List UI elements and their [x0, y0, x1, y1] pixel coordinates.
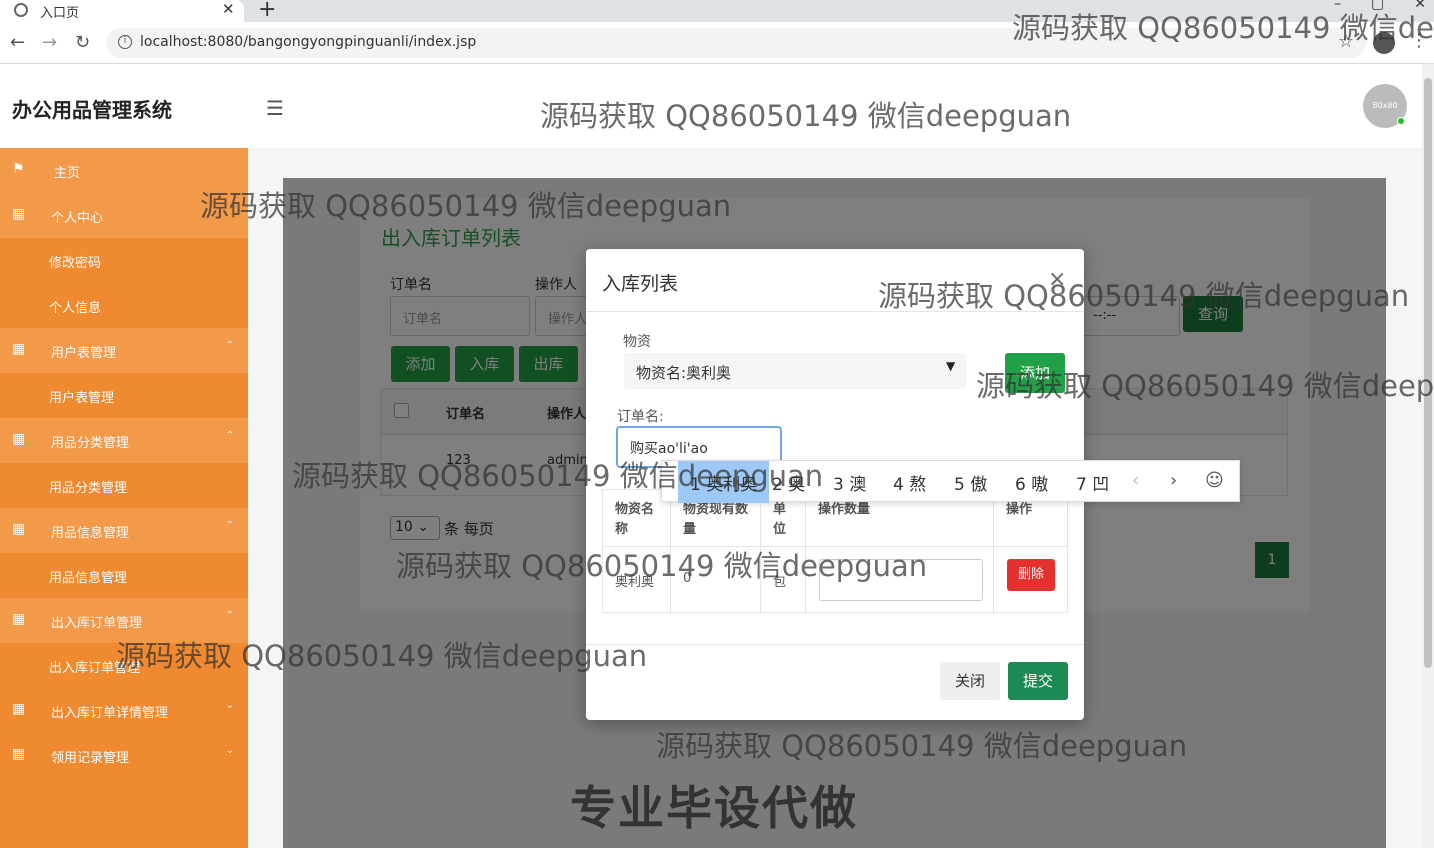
grid-icon: ▦	[12, 746, 26, 762]
sidebar-group-supplies[interactable]: ▦ 用品信息管理 ⌃	[0, 508, 248, 553]
chevron-down-icon: ⌄	[225, 745, 234, 756]
promo-banner: 专业毕设代做	[570, 781, 858, 835]
forward-icon[interactable]: →	[42, 32, 57, 53]
submit-button[interactable]: 提交	[1008, 662, 1068, 700]
chevron-left-icon[interactable]: ‹	[1132, 470, 1139, 491]
material-select[interactable]: 物资名:奥利奥	[624, 353, 966, 389]
grid-icon: ▦	[12, 701, 26, 717]
caret-down-icon: ▼	[946, 359, 956, 373]
watermark: 源码获取 QQ86050149 微信deepguan	[292, 459, 824, 493]
sidebar-item-supplies[interactable]: 用品信息管理	[0, 553, 248, 598]
modal-title: 入库列表	[602, 273, 679, 295]
browser-tab[interactable]: 入口页 ✕	[0, 0, 244, 22]
sidebar-group-usage-records[interactable]: ▦ 领用记录管理 ⌄	[0, 733, 248, 778]
sidebar-item-label: 个人中心	[51, 211, 104, 226]
chevron-up-icon: ⌃	[225, 430, 234, 441]
chevron-up-icon: ⌃	[225, 340, 234, 351]
reload-icon[interactable]: ↻	[75, 32, 90, 53]
flag-icon: ⚑	[12, 161, 25, 177]
material-label: 物资	[623, 334, 651, 350]
sidebar-item-users[interactable]: 用户表管理	[0, 373, 248, 418]
sidebar-item-label: 用品信息管理	[49, 571, 128, 586]
ime-candidate[interactable]: 6 嗷	[1015, 470, 1048, 495]
tab-title: 入口页	[40, 6, 80, 21]
grid-icon: ▦	[12, 206, 26, 222]
sidebar-item-label: 出入库订单管理	[51, 616, 143, 631]
sidebar-item-label: 用户表管理	[49, 391, 115, 406]
sidebar-item-categories[interactable]: 用品分类管理	[0, 463, 248, 508]
sidebar: ⚑ 主页 ▦ 个人中心 修改密码 个人信息 ▦ 用户表管理 ⌃ 用户表管理 ▦ …	[0, 148, 248, 848]
watermark: 源码获取 QQ86050149 微信deepguan	[656, 729, 1188, 763]
watermark: 源码获取 QQ86050149 微信deepguan	[540, 99, 1072, 133]
sidebar-item-label: 个人信息	[49, 301, 102, 316]
hamburger-menu-icon[interactable]: ☰	[266, 96, 284, 120]
page-scrollbar[interactable]	[1422, 64, 1434, 848]
sidebar-item-label: 用品分类管理	[51, 436, 130, 451]
close-button[interactable]: 关闭	[940, 662, 1000, 700]
ime-candidate[interactable]: 4 熬	[893, 470, 926, 495]
chevron-right-icon[interactable]: ›	[1170, 470, 1177, 491]
emoji-icon[interactable]: ☺	[1205, 470, 1224, 491]
ime-candidate[interactable]: 5 傲	[954, 470, 987, 495]
sidebar-item-label: 用品信息管理	[51, 526, 130, 541]
grid-icon: ▦	[12, 521, 26, 537]
info-icon[interactable]: i	[118, 35, 132, 49]
watermark: 源码获取 QQ86050149 微信deepguan	[878, 279, 1410, 313]
globe-icon	[14, 3, 28, 17]
grid-icon: ▦	[12, 431, 26, 447]
delete-button[interactable]: 删除	[1007, 559, 1055, 591]
ime-candidate[interactable]: 7 凹	[1076, 470, 1109, 495]
sidebar-group-users[interactable]: ▦ 用户表管理 ⌃	[0, 328, 248, 373]
sidebar-item-label: 修改密码	[49, 256, 102, 271]
sidebar-item-profile[interactable]: 个人信息	[0, 283, 248, 328]
sidebar-group-categories[interactable]: ▦ 用品分类管理 ⌃	[0, 418, 248, 463]
watermark: 源码获取 QQ86050149 微信deepguan	[396, 549, 928, 583]
sidebar-item-label: 用品分类管理	[49, 481, 128, 496]
divider	[586, 644, 1084, 645]
chevron-up-icon: ⌃	[225, 520, 234, 531]
new-tab-icon[interactable]: +	[258, 0, 276, 22]
close-tab-icon[interactable]: ✕	[222, 0, 235, 18]
grid-icon: ▦	[12, 611, 26, 627]
ime-candidate[interactable]: 3 澳	[833, 470, 866, 495]
watermark: 源码获取 QQ86050149 微信deepguan	[200, 189, 732, 223]
sidebar-group-order-details[interactable]: ▦ 出入库订单详情管理 ⌄	[0, 688, 248, 733]
sidebar-item-label: 出入库订单详情管理	[51, 706, 169, 721]
online-status-dot	[1397, 117, 1405, 125]
sidebar-item-label: 主页	[54, 166, 81, 181]
back-icon[interactable]: ←	[10, 32, 25, 53]
sidebar-item-label: 用户表管理	[51, 346, 117, 361]
watermark: 源码获取 QQ86050149 微信deepguan	[116, 639, 648, 673]
sidebar-item-label: 领用记录管理	[51, 751, 130, 766]
url-text: localhost:8080/bangongyongpinguanli/inde…	[140, 34, 477, 50]
order-name-label: 订单名:	[617, 409, 664, 425]
watermark: 源码获取 QQ86050149 微信deepguan	[1012, 11, 1434, 45]
chevron-down-icon: ⌄	[225, 700, 234, 711]
sidebar-item-change-password[interactable]: 修改密码	[0, 238, 248, 283]
grid-icon: ▦	[12, 341, 26, 357]
chevron-up-icon: ⌃	[225, 610, 234, 621]
watermark: 源码获取 QQ86050149 微信deepguan	[976, 369, 1434, 403]
app-title: 办公用品管理系统	[12, 98, 172, 122]
